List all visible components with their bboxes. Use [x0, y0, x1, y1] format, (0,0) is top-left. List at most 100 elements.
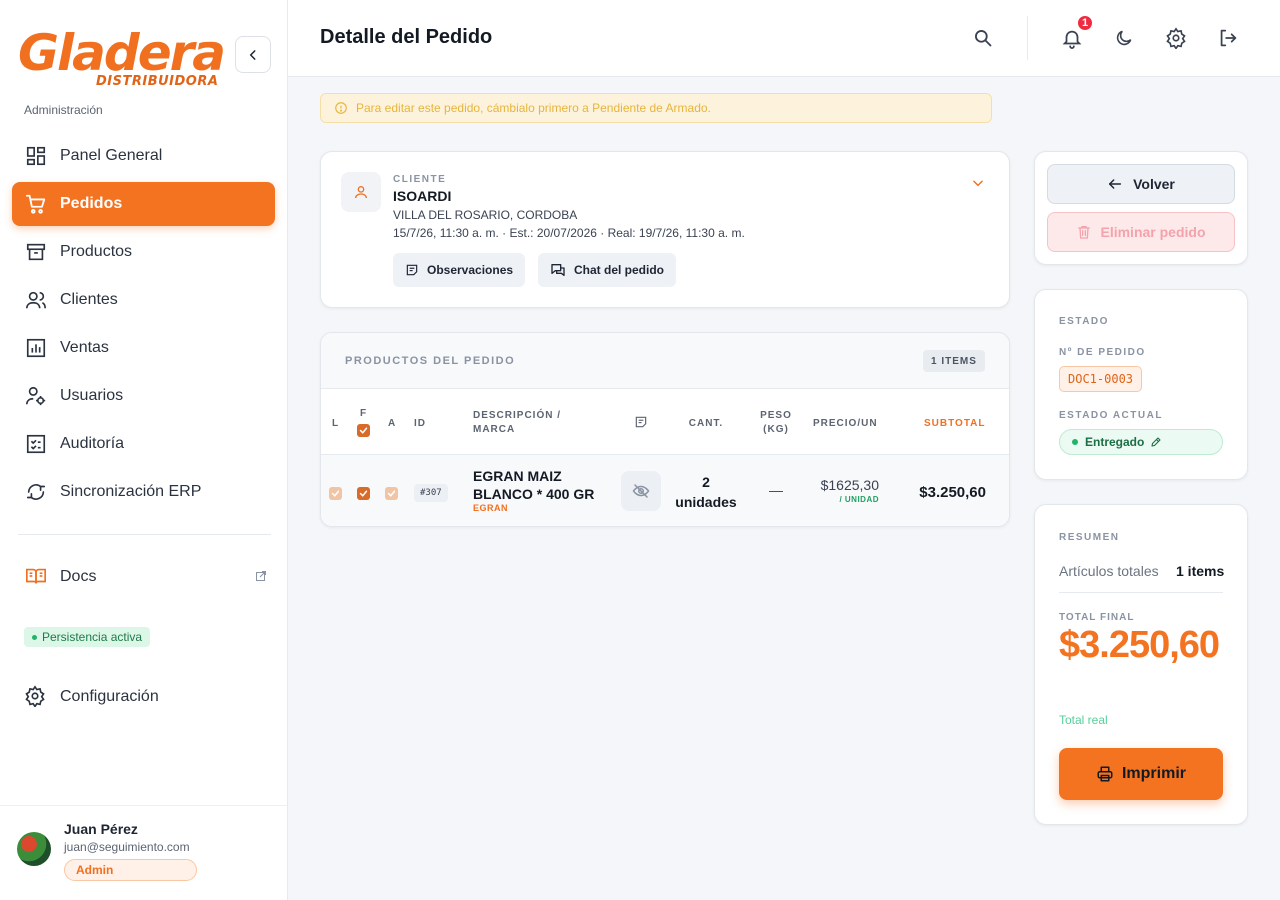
state-card: ESTADO Nº DE PEDIDO DOC1-0003 ESTADO ACT… — [1034, 289, 1248, 480]
notification-badge: 1 — [1076, 14, 1094, 32]
brand-logo[interactable]: Gladera DISTRIBUIDORA — [18, 22, 226, 92]
product-weight: — — [769, 482, 783, 498]
product-id: #307 — [414, 484, 448, 502]
persistence-label: Persistencia activa — [42, 630, 143, 644]
order-chat-button[interactable]: Chat del pedido — [538, 253, 676, 287]
sidebar-item-clientes[interactable]: Clientes — [12, 278, 275, 322]
sidebar-item-panel-general[interactable]: Panel General — [12, 134, 275, 178]
archive-icon — [24, 240, 48, 264]
client-location: VILLA DEL ROSARIO, CORDOBA — [393, 208, 578, 222]
quantity-unit: unidades — [675, 494, 737, 510]
status-badge[interactable]: Entregado — [1059, 429, 1223, 455]
checkbox-l[interactable] — [329, 487, 342, 500]
printer-icon — [1096, 765, 1114, 783]
print-label: Imprimir — [1121, 765, 1186, 782]
settings-button[interactable] — [1164, 26, 1188, 50]
sidebar-item-configuracion[interactable]: Configuración — [12, 675, 275, 719]
status-dot — [1072, 439, 1078, 445]
gear-icon — [1165, 27, 1187, 49]
sidebar-item-label: Panel General — [60, 147, 163, 164]
logo-subtitle: DISTRIBUIDORA — [96, 74, 219, 89]
cart-icon — [24, 192, 48, 216]
select-all-checkbox[interactable] — [357, 424, 370, 437]
note-icon — [405, 263, 419, 277]
chevron-down-icon — [971, 176, 985, 190]
total-note: Total real — [1059, 713, 1108, 727]
arrow-left-icon — [1107, 176, 1123, 192]
sidebar-item-label: Auditoría — [60, 435, 125, 452]
sidebar-item-label: Productos — [60, 243, 133, 260]
client-name: ISOARDI — [393, 188, 452, 204]
logout-icon — [1217, 27, 1239, 49]
edit-warning-banner: Para editar este pedido, cámbialo primer… — [320, 93, 992, 123]
checkbox-f[interactable] — [357, 487, 370, 500]
sidebar-item-label: Ventas — [60, 339, 109, 356]
sidebar-item-docs[interactable]: Docs — [12, 555, 275, 599]
state-section-label: ESTADO — [1059, 316, 1109, 327]
pencil-icon — [1150, 436, 1162, 448]
theme-toggle-button[interactable] — [1112, 26, 1136, 50]
column-header-description-line: DESCRIPCIÓN / — [473, 410, 562, 421]
eye-off-icon — [632, 482, 650, 500]
sidebar-item-auditoria[interactable]: Auditoría — [12, 422, 275, 466]
delete-label: Eliminar pedido — [1100, 224, 1206, 240]
sidebar-item-label: Clientes — [60, 291, 118, 308]
observations-button[interactable]: Observaciones — [393, 253, 526, 287]
column-header-f: F — [360, 408, 368, 419]
column-header-weight-line: PESO — [760, 410, 792, 421]
column-header-price: PRECIO/UN — [813, 418, 878, 429]
users-icon — [24, 288, 48, 312]
products-header: PRODUCTOS DEL PEDIDO 1 ITEMS — [321, 333, 1009, 389]
status-label: Entregado — [1085, 435, 1145, 449]
product-description: EGRAN MAIZ BLANCO * 400 GR — [473, 467, 613, 503]
back-label: Volver — [1133, 176, 1175, 192]
section-label: Administración — [24, 103, 103, 117]
order-number-badge: DOC1-0003 — [1059, 366, 1143, 392]
print-button[interactable]: Imprimir — [1059, 748, 1223, 800]
logout-button[interactable] — [1216, 26, 1240, 50]
user-profile[interactable]: Juan Pérez juan@seguimiento.com Admin — [0, 805, 287, 900]
search-icon — [973, 28, 993, 48]
items-count-badge: 1 ITEMS — [923, 350, 985, 372]
column-header-weight-unit: (KG) — [763, 424, 789, 435]
delete-order-button[interactable]: Eliminar pedido — [1047, 212, 1235, 252]
column-header-subtotal: SUBTOTAL — [924, 418, 986, 429]
checkbox-a[interactable] — [385, 487, 398, 500]
warning-text: Para editar este pedido, cámbialo primer… — [356, 101, 711, 115]
config-label: Configuración — [60, 688, 159, 705]
back-button[interactable]: Volver — [1047, 164, 1235, 204]
notes-column-header — [634, 415, 648, 429]
persistence-badge: Persistencia activa — [24, 627, 151, 647]
product-quantity: 2 unidades — [666, 472, 746, 512]
expand-client-button[interactable] — [971, 176, 985, 190]
chart-icon — [24, 336, 48, 360]
gear-icon — [24, 685, 48, 709]
user-email: juan@seguimiento.com — [64, 840, 190, 854]
sidebar: Gladera DISTRIBUIDORA Administración Pan… — [0, 0, 288, 900]
sidebar-item-pedidos[interactable]: Pedidos — [12, 182, 275, 226]
articles-value: 1 items — [1176, 563, 1225, 579]
observations-label: Observaciones — [427, 263, 514, 277]
sidebar-item-usuarios[interactable]: Usuarios — [12, 374, 275, 418]
toggle-visibility-button[interactable] — [621, 471, 661, 511]
product-description-line: BLANCO * 400 GR — [473, 486, 595, 502]
chat-icon — [550, 262, 566, 278]
summary-divider — [1059, 592, 1223, 593]
top-header: Detalle del Pedido 1 — [288, 0, 1280, 77]
column-header-a: A — [388, 418, 397, 429]
product-brand: EGRAN — [473, 503, 509, 513]
table-row[interactable]: #307 EGRAN MAIZ BLANCO * 400 GR EGRAN 2 … — [321, 455, 1009, 526]
product-subtotal: $3.250,60 — [919, 484, 986, 501]
column-header-weight: PESO (KG) — [751, 409, 801, 437]
search-button[interactable] — [971, 26, 995, 50]
summary-card: RESUMEN Artículos totales 1 items TOTAL … — [1034, 504, 1248, 825]
quantity-value: 2 — [702, 474, 710, 490]
sidebar-item-productos[interactable]: Productos — [12, 230, 275, 274]
total-value: $3.250,60 — [1059, 624, 1220, 666]
sidebar-item-sincronizacion-erp[interactable]: Sincronización ERP — [12, 470, 275, 514]
collapse-sidebar-button[interactable] — [235, 36, 271, 73]
sidebar-item-ventas[interactable]: Ventas — [12, 326, 275, 370]
column-header-qty: CANT. — [688, 418, 724, 429]
sidebar-item-label: Sincronización ERP — [60, 483, 202, 500]
products-title: PRODUCTOS DEL PEDIDO — [345, 355, 516, 367]
